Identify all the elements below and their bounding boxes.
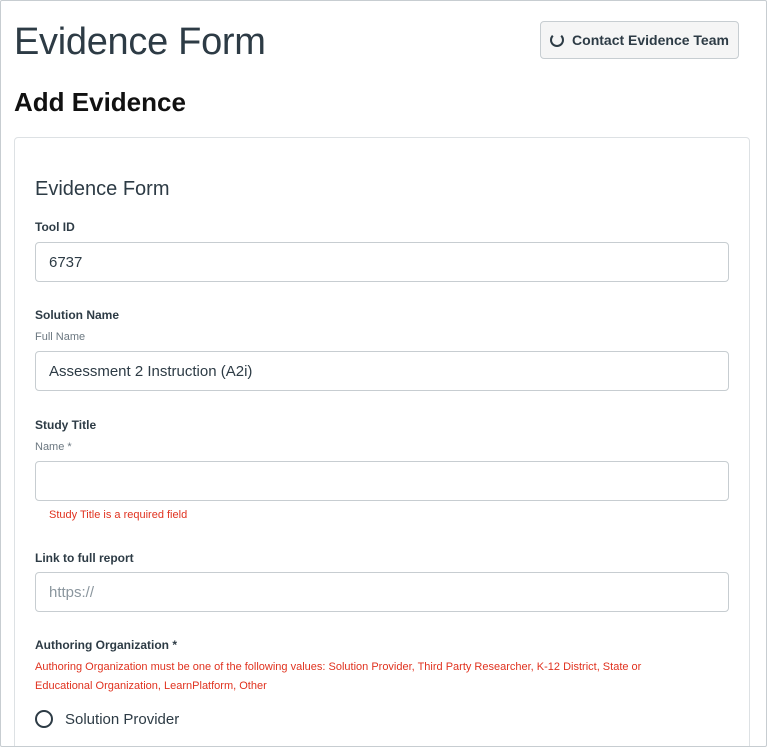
section-title: Add Evidence <box>14 87 186 117</box>
tool-id-label: Tool ID <box>35 220 75 234</box>
page-title: Evidence Form <box>14 21 266 63</box>
report-link-input[interactable] <box>35 572 729 612</box>
contact-button-label: Contact Evidence Team <box>572 32 729 48</box>
loading-spinner-icon <box>550 33 565 47</box>
study-title-error: Study Title is a required field <box>49 509 188 521</box>
solution-name-sublabel: Full Name <box>35 331 86 343</box>
authoring-org-error-line-2: Educational Organization, LearnPlatform,… <box>35 680 267 692</box>
solution-name-input[interactable] <box>35 351 729 391</box>
solution-name-label: Solution Name <box>35 308 120 322</box>
evidence-form-card: Evidence Form Tool ID Solution Name Full… <box>14 137 750 746</box>
authoring-org-error: Authoring Organization must be one of th… <box>35 658 725 696</box>
authoring-org-error-line-1: Authoring Organization must be one of th… <box>35 661 642 673</box>
study-title-label: Study Title <box>35 418 97 432</box>
contact-evidence-team-button[interactable]: Contact Evidence Team <box>540 21 739 59</box>
radio-option-solution-provider[interactable]: Solution Provider <box>35 710 179 728</box>
tool-id-input[interactable] <box>35 242 729 282</box>
study-title-input[interactable] <box>35 461 729 501</box>
page-frame: Evidence Form Contact Evidence Team Add … <box>0 0 767 747</box>
study-title-sublabel: Name * <box>35 441 72 453</box>
report-link-label: Link to full report <box>35 551 134 565</box>
form-title: Evidence Form <box>35 178 170 200</box>
radio-option-label: Solution Provider <box>65 710 180 728</box>
authoring-org-label: Authoring Organization * <box>35 638 177 652</box>
radio-button[interactable] <box>35 710 53 728</box>
